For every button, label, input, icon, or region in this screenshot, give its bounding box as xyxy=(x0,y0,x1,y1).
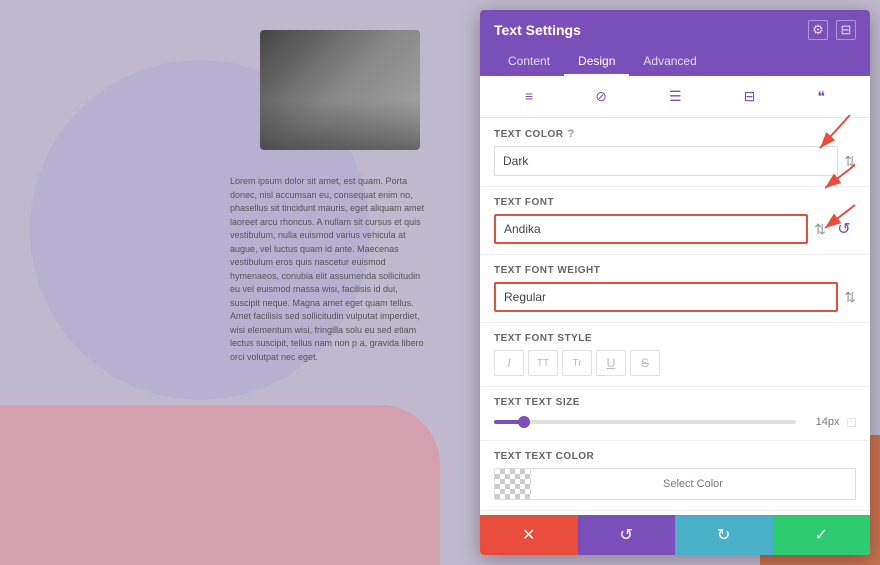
text-color-select[interactable]: Dark Light xyxy=(494,146,838,176)
text-font-weight-label: Text Font Weight xyxy=(494,265,856,276)
font-style-italic[interactable]: I xyxy=(494,350,524,376)
panel-footer: ✕ ↺ ↻ ✓ xyxy=(480,515,870,555)
panel-icons: ⚙ ⊟ xyxy=(808,20,856,40)
maximize-icon[interactable]: ⊟ xyxy=(836,20,856,40)
tab-design[interactable]: Design xyxy=(564,48,629,76)
panel-title-row: Text Settings ⚙ ⊟ xyxy=(494,20,856,40)
text-color2-label: Text Text Color xyxy=(494,451,856,462)
redo-button[interactable]: ↻ xyxy=(675,515,773,555)
text-font-select[interactable]: Andika Arial Georgia xyxy=(494,214,808,244)
font-undo-icon[interactable]: ↺ xyxy=(832,217,856,241)
font-style-underline[interactable]: U xyxy=(596,350,626,376)
text-size-slider-row: 14px □ xyxy=(494,414,856,430)
color-picker-row: Select Color xyxy=(494,468,856,500)
text-font-select-row: Andika Arial Georgia ⇅ ↺ xyxy=(494,214,856,244)
text-settings-panel: Text Settings ⚙ ⊟ Content Design Advance… xyxy=(480,10,870,555)
text-size-value: 14px xyxy=(804,416,840,428)
text-font-weight-select-row: Regular Bold Light ⇅ xyxy=(494,282,856,312)
panel-body: ≡ ⊘ ☰ ⊟ ❝ Text Color ? Dark Light ⇅ Tex xyxy=(480,76,870,515)
lorem-text: Lorem ipsum dolor sit amet, est quam. Po… xyxy=(230,175,430,364)
text-color-select-row: Dark Light ⇅ xyxy=(494,146,856,176)
save-button[interactable]: ✓ xyxy=(773,515,871,555)
font-style-buttons: I TT Tr U S xyxy=(494,350,856,376)
text-font-weight-section: Text Font Weight Regular Bold Light ⇅ xyxy=(480,255,870,323)
text-size-label: Text Text Size xyxy=(494,397,856,408)
text-size-slider[interactable] xyxy=(494,420,796,424)
sub-tab-slash[interactable]: ⊘ xyxy=(589,86,613,107)
text-size-reset[interactable]: □ xyxy=(848,414,856,430)
text-color2-section: Text Text Color Select Color xyxy=(480,441,870,511)
text-color-label: Text Color ? xyxy=(494,128,856,140)
tab-advanced[interactable]: Advanced xyxy=(629,48,710,76)
sub-tab-quote[interactable]: ❝ xyxy=(811,86,831,107)
text-font-weight-arrows[interactable]: ⇅ xyxy=(844,289,856,306)
text-font-style-section: Text Font Style I TT Tr U S xyxy=(480,323,870,387)
text-font-label: Text Font xyxy=(494,197,856,208)
text-font-style-label: Text Font Style xyxy=(494,333,856,344)
bg-pink xyxy=(0,405,440,565)
color-swatch[interactable] xyxy=(495,469,531,499)
sub-tab-align[interactable]: ≡ xyxy=(519,86,539,107)
text-size-thumb[interactable] xyxy=(518,416,530,428)
text-font-arrows[interactable]: ⇅ xyxy=(814,221,826,238)
select-color-button[interactable]: Select Color xyxy=(531,469,855,499)
panel-header: Text Settings ⚙ ⊟ Content Design Advance… xyxy=(480,10,870,76)
sub-tab-list[interactable]: ☰ xyxy=(663,86,688,107)
sub-tab-indent[interactable]: ⊟ xyxy=(738,86,762,107)
font-style-strikethrough[interactable]: S xyxy=(630,350,660,376)
help-icon[interactable]: ? xyxy=(567,128,574,140)
text-font-section: Text Font Andika Arial Georgia ⇅ ↺ xyxy=(480,187,870,255)
panel-tabs: Content Design Advanced xyxy=(494,48,856,76)
undo-button[interactable]: ↺ xyxy=(578,515,676,555)
settings-icon[interactable]: ⚙ xyxy=(808,20,828,40)
bg-photo xyxy=(260,30,420,150)
font-style-capitalize[interactable]: Tr xyxy=(562,350,592,376)
cancel-button[interactable]: ✕ xyxy=(480,515,578,555)
text-color-arrows[interactable]: ⇅ xyxy=(844,153,856,170)
sub-tabs-row: ≡ ⊘ ☰ ⊟ ❝ xyxy=(480,76,870,118)
text-color-section: Text Color ? Dark Light ⇅ xyxy=(480,118,870,187)
text-size-section: Text Text Size 14px □ xyxy=(480,387,870,441)
panel-title: Text Settings xyxy=(494,22,581,38)
text-font-weight-select[interactable]: Regular Bold Light xyxy=(494,282,838,312)
font-style-uppercase[interactable]: TT xyxy=(528,350,558,376)
tab-content[interactable]: Content xyxy=(494,48,564,76)
